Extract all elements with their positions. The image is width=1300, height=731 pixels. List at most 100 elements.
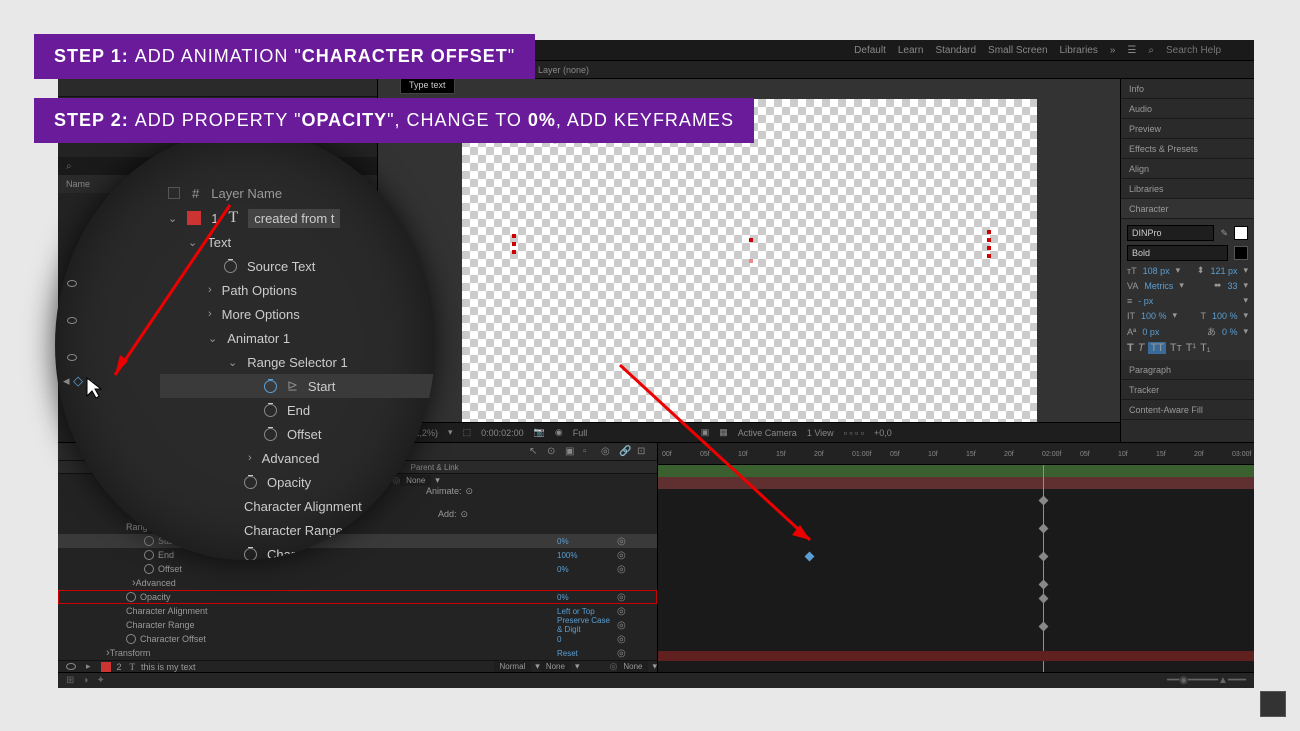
keyframe[interactable] <box>1039 594 1049 604</box>
panel-character[interactable]: Character <box>1121 199 1254 219</box>
tool-icon[interactable]: ◎ <box>601 446 613 458</box>
zoom-slider[interactable]: ━━◉━━━━━▲━━━ <box>1167 675 1246 686</box>
snapshot-icon[interactable]: 📷 <box>534 427 545 438</box>
h-scale[interactable]: 100 % <box>1212 311 1238 321</box>
timeline-tracks[interactable]: 00f05f10f15f20f01:00f05f10f15f20f02:00f0… <box>658 443 1254 672</box>
roi-icon[interactable]: ▣ <box>701 427 710 438</box>
tool-icon[interactable]: 🔗 <box>619 446 631 458</box>
track-area[interactable] <box>658 465 1254 672</box>
panel-libraries[interactable]: Libraries <box>1121 179 1254 199</box>
prop-start[interactable]: ⊵Start <box>160 374 435 398</box>
panel-menu-icon[interactable]: ☰ <box>1127 45 1136 56</box>
layer-row[interactable]: ▸ 2 T this is my text Normal▾ None▾ ◎ No… <box>58 660 657 672</box>
exposure-value[interactable]: +0,0 <box>874 428 892 438</box>
layer-name[interactable]: created from t <box>248 209 340 228</box>
faux-bold[interactable]: T <box>1127 342 1134 354</box>
stopwatch-icon[interactable] <box>244 476 257 489</box>
time-ruler[interactable]: 00f05f10f15f20f01:00f05f10f15f20f02:00f0… <box>658 443 1254 465</box>
workspace-default[interactable]: Default <box>854 45 886 56</box>
search-help-input[interactable] <box>1166 45 1246 56</box>
stopwatch-icon[interactable] <box>264 404 277 417</box>
prop-char-range[interactable]: Character Range <box>160 518 435 542</box>
font-family-dropdown[interactable]: DINPro <box>1127 225 1214 241</box>
stopwatch-icon[interactable] <box>244 548 257 561</box>
panel-tracker[interactable]: Tracker <box>1121 380 1254 400</box>
panel-align[interactable]: Align <box>1121 159 1254 179</box>
transparency-icon[interactable]: ▦ <box>719 427 728 438</box>
tool-icon[interactable]: ⊙ <box>547 446 559 458</box>
stroke-swatch[interactable] <box>1234 246 1248 260</box>
prop-more-options[interactable]: ›More Options <box>160 302 435 326</box>
workspace-small-screen[interactable]: Small Screen <box>988 45 1047 56</box>
timeline-property-row[interactable]: Offset0%◎ <box>58 562 657 576</box>
stopwatch-icon[interactable] <box>264 380 277 393</box>
panel-content-aware-fill[interactable]: Content-Aware Fill <box>1121 400 1254 420</box>
workspace-standard[interactable]: Standard <box>935 45 976 56</box>
keyframe[interactable] <box>805 552 815 562</box>
panel-audio[interactable]: Audio <box>1121 99 1254 119</box>
faux-italic[interactable]: T <box>1138 342 1145 354</box>
prop-path-options[interactable]: ›Path Options <box>160 278 435 302</box>
prop-source-text[interactable]: Source Text <box>160 254 435 278</box>
stopwatch-icon[interactable] <box>264 428 277 441</box>
parent-dropdown[interactable]: None <box>617 661 648 672</box>
label-color[interactable] <box>187 211 201 225</box>
toggle-modes-icon[interactable]: ◑ <box>82 675 88 686</box>
panel-info[interactable]: Info <box>1121 79 1254 99</box>
panel-preview[interactable]: Preview <box>1121 119 1254 139</box>
small-caps[interactable]: Tт <box>1170 342 1182 354</box>
timeline-property-row[interactable]: ›Advanced <box>58 576 657 590</box>
time-display[interactable]: 0:00:02:00 <box>481 428 524 438</box>
label-color[interactable] <box>101 662 111 672</box>
prop-range-selector[interactable]: ⌄Range Selector 1 <box>160 350 435 374</box>
all-caps[interactable]: TT <box>1148 342 1165 354</box>
leading[interactable]: 121 px <box>1210 266 1237 276</box>
region-icon[interactable]: ⬚ <box>463 427 472 438</box>
toggle-switches-icon[interactable]: ⊞ <box>66 675 74 686</box>
stopwatch-icon[interactable] <box>144 564 154 574</box>
timeline-property-row[interactable]: Opacity0%◎ <box>58 590 657 604</box>
prop-text[interactable]: ⌄Text <box>160 230 435 254</box>
prop-end[interactable]: End <box>160 398 435 422</box>
stopwatch-icon[interactable] <box>126 592 136 602</box>
tool-icon[interactable]: ↖ <box>529 446 541 458</box>
chevron-down-icon[interactable]: ⌄ <box>168 212 177 225</box>
canvas[interactable]: THIS IS MY TEXT <box>462 99 1037 422</box>
font-style-dropdown[interactable]: Bold <box>1127 245 1228 261</box>
resolution-dropdown[interactable]: Full <box>573 428 588 438</box>
camera-dropdown[interactable]: Active Camera <box>738 428 797 438</box>
prop-char-offset[interactable]: Characte <box>160 542 435 560</box>
stopwatch-icon[interactable] <box>126 634 136 644</box>
keyframe[interactable] <box>1039 622 1049 632</box>
layer-name[interactable]: this is my text <box>141 662 493 672</box>
add-property-icon[interactable]: ⊙ <box>461 509 469 520</box>
tool-icon[interactable]: ▣ <box>565 446 577 458</box>
tool-icon[interactable]: ▫ <box>583 446 595 458</box>
prop-offset[interactable]: Offset <box>160 422 435 446</box>
tracking[interactable]: 33 <box>1227 281 1237 291</box>
keyframe[interactable] <box>1039 524 1049 534</box>
stopwatch-icon[interactable] <box>144 550 154 560</box>
kerning[interactable]: Metrics <box>1144 281 1173 291</box>
subscript[interactable]: T₁ <box>1200 342 1210 354</box>
font-size[interactable]: 108 px <box>1143 266 1170 276</box>
prop-char-align[interactable]: Character Alignment <box>160 494 435 518</box>
timeline-property-row[interactable]: ›TransformReset◎ <box>58 646 657 660</box>
overflow-icon[interactable]: » <box>1110 45 1116 56</box>
prop-animator-1[interactable]: ⌄Animator 1 <box>160 326 435 350</box>
workspace-libraries[interactable]: Libraries <box>1060 45 1098 56</box>
visibility-icon[interactable] <box>67 354 77 361</box>
view-icons[interactable]: ▫ ▫ ▫ ▫ <box>844 428 864 438</box>
stopwatch-icon[interactable] <box>224 260 237 273</box>
frame-blend-icon[interactable]: ✦ <box>96 675 104 686</box>
timeline-property-row[interactable]: Character RangePreserve Case & Digit◎ <box>58 618 657 632</box>
keyframe[interactable] <box>1039 580 1049 590</box>
stopwatch-icon[interactable] <box>144 536 154 546</box>
search-icon[interactable]: ⌕ <box>1148 45 1154 56</box>
label-icon[interactable] <box>168 187 180 199</box>
trkmat-dropdown[interactable]: None <box>540 661 571 672</box>
graph-icon[interactable]: ⊵ <box>287 378 298 394</box>
visibility-icon[interactable] <box>67 280 77 287</box>
views-dropdown[interactable]: 1 View <box>807 428 834 438</box>
animate-add-icon[interactable]: ⊙ <box>466 486 474 497</box>
